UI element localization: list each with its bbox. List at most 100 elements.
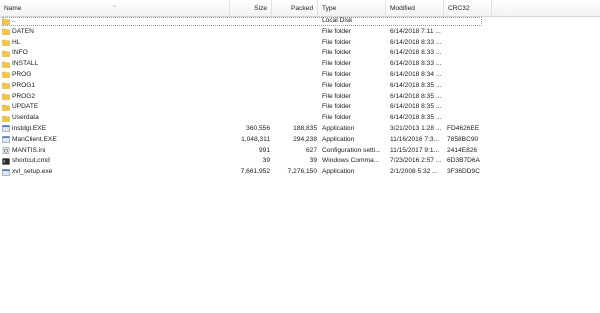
file-modified: 6/14/2018 8:35 ... (390, 81, 442, 89)
folder-icon (2, 82, 10, 90)
file-row[interactable]: INSTALL File folder 6/14/2018 8:33 ... (0, 59, 600, 70)
column-header-packed[interactable]: Packed (272, 0, 318, 16)
file-size: 991 (258, 146, 270, 154)
file-name: INFO (12, 49, 28, 57)
folder-icon (2, 39, 10, 46)
file-row[interactable]: shortcut.cmd 39 39 Windows Comma... 7/23/201… (0, 156, 600, 167)
file-modified: 11/15/2017 9:1... (390, 146, 440, 154)
file-name: UPDATE (12, 103, 39, 111)
file-size: 1,048,311 (241, 135, 270, 143)
file-type: Application (322, 168, 355, 176)
column-header-name[interactable]: Name ⌃ (0, 0, 230, 16)
file-crc32: 7858BC90 (447, 135, 479, 143)
file-row[interactable]: DATEN File folder 6/14/2018 7:11 ... (0, 27, 600, 38)
file-row[interactable]: MANTIS.ini 991 627 Configuration setti... 11… (0, 146, 600, 157)
folder-icon (2, 71, 10, 79)
file-type: Configuration setti... (322, 146, 381, 154)
file-row[interactable]: instdgl.EXE 360,556 188,835 Application 3/21… (0, 124, 600, 135)
file-type: Windows Comma... (322, 157, 380, 165)
file-crc32: 3F36DD9C (447, 168, 480, 176)
file-modified: 6/14/2018 8:35 ... (390, 92, 442, 100)
file-type: File folder (322, 60, 351, 68)
file-modified: 3/21/2013 1:28 ... (390, 124, 442, 132)
file-row[interactable]: INFO File folder 6/14/2018 8:33 ... (0, 48, 600, 59)
file-row[interactable]: PROG2 File folder 6/14/2018 8:35 ... (0, 92, 600, 103)
file-packed-size: 188,835 (293, 124, 317, 132)
file-modified: 11/16/2016 7:3... (390, 135, 440, 143)
file-row[interactable]: PROG File folder 6/14/2018 8:34 ... (0, 70, 600, 81)
file-type: File folder (322, 81, 351, 89)
file-name: instdgl.EXE (12, 124, 47, 132)
file-crc32: 2414E826 (447, 146, 478, 154)
file-row[interactable]: HL File folder 6/14/2018 8:33 ... (0, 38, 600, 49)
file-list: .. Local Disk DATEN File folder 6/14/2018 7:… (0, 16, 600, 178)
file-name: MANTIS.ini (12, 146, 46, 154)
folder-icon (2, 104, 10, 111)
column-header-modified[interactable]: Modified (386, 0, 444, 16)
file-modified: 2/1/2008 5:32 ... (390, 168, 438, 176)
file-type: File folder (322, 92, 351, 100)
file-type: File folder (322, 27, 351, 35)
file-modified: 6/14/2018 8:33 ... (390, 38, 442, 46)
application-icon (2, 136, 10, 144)
file-modified: 6/14/2018 8:35 ... (390, 114, 442, 122)
column-header-name-label: Name (4, 5, 22, 12)
folder-icon (2, 93, 10, 100)
file-name: PROG1 (12, 81, 36, 89)
file-type: File folder (322, 114, 351, 122)
column-header-modified-label: Modified (390, 5, 415, 12)
file-size: 360,556 (246, 124, 270, 132)
file-name: Userdata (12, 114, 39, 122)
file-size: 39 (262, 157, 270, 165)
file-name: PROG (12, 70, 32, 78)
file-type: Application (322, 124, 355, 132)
file-modified: 7/23/2016 2:57 ... (390, 157, 442, 165)
column-header-size[interactable]: Size (230, 0, 272, 16)
file-name: PROG2 (12, 92, 36, 100)
column-header-type[interactable]: Type (318, 0, 386, 16)
file-type: File folder (322, 103, 351, 111)
file-type: File folder (322, 38, 351, 46)
file-crc32: FD4626EE (447, 124, 480, 132)
file-row[interactable]: ManClient.EXE 1,048,311 294,238 Application… (0, 135, 600, 146)
folder-up-icon (2, 18, 10, 25)
folder-icon (2, 50, 10, 57)
file-row[interactable]: UPDATE File folder 6/14/2018 8:35 ... (0, 102, 600, 113)
file-packed-size: 294,238 (293, 135, 317, 143)
file-row[interactable]: xvl_setup.exe 7,661,952 7,276,150 Applicati… (0, 167, 600, 178)
folder-icon (2, 28, 10, 36)
column-header-bar: Name ⌃ Size Packed Type Modified CRC32 (0, 0, 600, 17)
column-header-crc32-label: CRC32 (448, 5, 470, 12)
file-name: .. (12, 17, 16, 24)
file-name: shortcut.cmd (12, 157, 50, 165)
file-row[interactable]: Userdata File folder 6/14/2018 8:35 ... (0, 113, 600, 124)
file-modified: 6/14/2018 8:33 ... (390, 60, 442, 68)
file-modified: 6/14/2018 8:34 ... (390, 70, 442, 78)
file-type: Local Disk (322, 17, 353, 24)
file-packed-size: 627 (305, 146, 317, 154)
folder-icon (2, 115, 10, 122)
file-crc32: 6D3B7D6A (447, 157, 480, 165)
settings-file-icon (2, 147, 10, 155)
file-row[interactable]: .. Local Disk (0, 16, 600, 27)
file-name: ManClient.EXE (12, 135, 57, 143)
file-row[interactable]: PROG1 File folder 6/14/2018 8:35 ... (0, 81, 600, 92)
file-type: Application (322, 135, 355, 143)
column-header-crc32[interactable]: CRC32 (444, 0, 492, 16)
column-header-type-label: Type (322, 5, 337, 12)
file-size: 7,661,952 (240, 168, 270, 176)
folder-icon (2, 61, 10, 68)
file-name: HL (12, 38, 21, 46)
file-modified: 6/14/2018 8:35 ... (390, 103, 442, 111)
file-packed-size: 7,276,150 (287, 168, 317, 176)
file-modified: 6/14/2018 7:11 ... (390, 27, 441, 35)
script-file-icon (2, 158, 10, 165)
file-type: File folder (322, 49, 351, 57)
application-icon (2, 168, 10, 176)
file-name: xvl_setup.exe (12, 168, 53, 176)
file-modified: 6/14/2018 8:33 ... (390, 49, 442, 57)
column-header-size-label: Size (254, 5, 267, 12)
file-type: File folder (322, 70, 351, 78)
application-icon (2, 125, 10, 133)
column-header-packed-label: Packed (291, 5, 313, 12)
